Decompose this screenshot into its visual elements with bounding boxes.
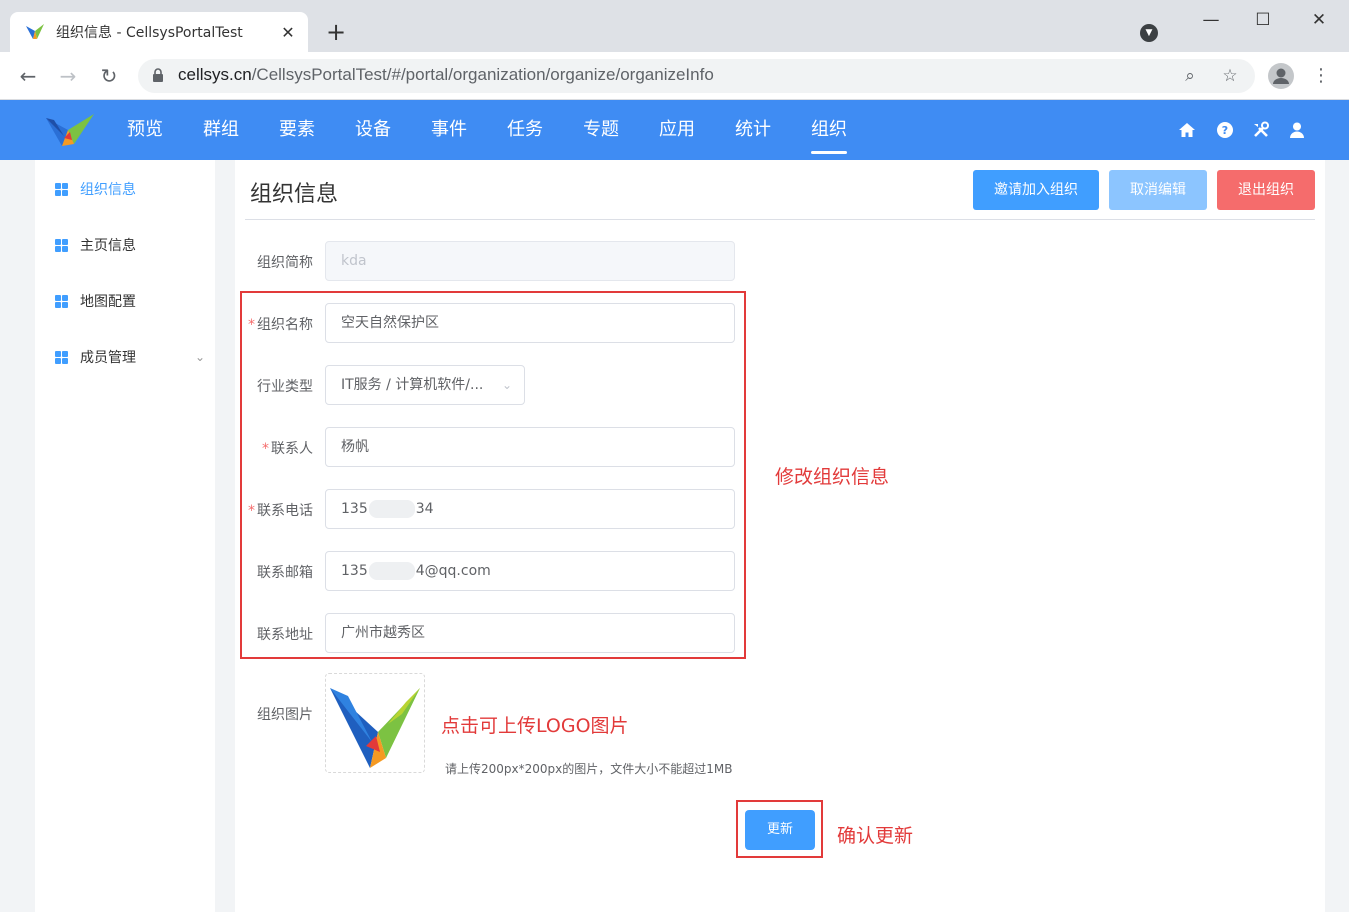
- menu-item-apps[interactable]: 应用: [639, 100, 715, 160]
- address-bar[interactable]: cellsys.cn/CellsysPortalTest/#/portal/or…: [138, 59, 1255, 93]
- home-icon[interactable]: [1178, 121, 1196, 139]
- user-icon[interactable]: [1288, 121, 1306, 139]
- org-logo-image: [330, 688, 420, 768]
- annotation-edit-info: 修改组织信息: [775, 466, 890, 488]
- new-tab-button[interactable]: +: [326, 18, 346, 46]
- bookmark-star-icon[interactable]: ☆: [1219, 65, 1241, 87]
- sidebar-item-map-config[interactable]: 地图配置: [55, 289, 205, 313]
- browser-tab[interactable]: 组织信息 - CellsysPortalTest ✕: [10, 12, 308, 52]
- back-arrow-icon[interactable]: ←: [16, 64, 40, 88]
- annotation-box-update: [736, 800, 823, 858]
- exit-org-button[interactable]: 退出组织: [1217, 170, 1315, 210]
- app-logo[interactable]: [44, 110, 96, 150]
- reload-icon[interactable]: ↻: [97, 64, 121, 88]
- browser-tab-strip: 组织信息 - CellsysPortalTest ✕ + ▼ — ☐ ✕: [0, 0, 1349, 52]
- page-title: 组织信息: [250, 182, 339, 207]
- forward-arrow-icon[interactable]: →: [56, 64, 80, 88]
- chevron-down-icon: ⌄: [194, 350, 205, 364]
- tab-title: 组织信息 - CellsysPortalTest: [56, 25, 243, 41]
- menu-item-preview[interactable]: 预览: [107, 100, 183, 160]
- sidebar-item-org-info[interactable]: 组织信息: [55, 177, 205, 201]
- profile-avatar-icon[interactable]: [1268, 63, 1294, 89]
- menu-item-devices[interactable]: 设备: [335, 100, 411, 160]
- org-image-label: 组织图片: [257, 707, 313, 723]
- short-name-field: kda: [325, 241, 735, 281]
- help-icon[interactable]: ?: [1216, 121, 1234, 139]
- lock-icon: [153, 68, 163, 82]
- menu-item-elements[interactable]: 要素: [259, 100, 335, 160]
- upload-tip: 请上传200px*200px的图片，文件大小不能超过1MB: [445, 762, 733, 776]
- site-favicon-icon: [26, 24, 44, 39]
- short-name-label: 组织简称: [257, 255, 313, 271]
- menu-item-events[interactable]: 事件: [411, 100, 487, 160]
- maximize-button[interactable]: ☐: [1248, 8, 1278, 32]
- close-window-button[interactable]: ✕: [1304, 8, 1334, 32]
- annotation-box-form: [240, 291, 746, 659]
- tools-icon[interactable]: [1252, 121, 1270, 139]
- sidebar-item-label: 地图配置: [80, 294, 136, 310]
- chrome-profile-menu-icon[interactable]: ▼: [1140, 24, 1158, 42]
- sidebar-item-label: 成员管理: [80, 350, 136, 366]
- sidebar-item-label: 组织信息: [80, 182, 136, 198]
- sidebar-item-homepage-info[interactable]: 主页信息: [55, 233, 205, 257]
- url-text[interactable]: cellsys.cn/CellsysPortalTest/#/portal/or…: [178, 65, 714, 85]
- menu-item-organization[interactable]: 组织: [791, 100, 867, 160]
- annotation-upload-logo: 点击可上传LOGO图片: [441, 715, 629, 737]
- tab-close-icon[interactable]: ✕: [274, 23, 302, 42]
- sidebar: 组织信息 主页信息 地图配置 成员管理 ⌄: [35, 160, 215, 912]
- menu-item-tasks[interactable]: 任务: [487, 100, 563, 160]
- sidebar-item-members[interactable]: 成员管理 ⌄: [55, 345, 205, 369]
- svg-text:?: ?: [1222, 124, 1228, 137]
- url-path: /CellsysPortalTest/#/portal/organization…: [251, 65, 714, 84]
- grid-icon: [55, 182, 68, 196]
- annotation-confirm-update: 确认更新: [837, 825, 914, 847]
- url-host: cellsys.cn: [178, 65, 252, 84]
- menu-item-topics[interactable]: 专题: [563, 100, 639, 160]
- grid-icon: [55, 294, 68, 308]
- browser-menu-icon[interactable]: ⋮: [1312, 64, 1330, 88]
- main-menu: 预览 群组 要素 设备 事件 任务 专题 应用 统计 组织: [107, 100, 867, 160]
- grid-icon: [55, 350, 68, 364]
- menu-item-statistics[interactable]: 统计: [715, 100, 791, 160]
- logo-upload[interactable]: [325, 673, 425, 773]
- sidebar-item-label: 主页信息: [80, 238, 136, 254]
- app-header: 预览 群组 要素 设备 事件 任务 专题 应用 统计 组织 ?: [0, 100, 1349, 160]
- zoom-icon[interactable]: ⌕: [1179, 65, 1201, 87]
- divider: [245, 219, 1315, 220]
- menu-item-groups[interactable]: 群组: [183, 100, 259, 160]
- minimize-button[interactable]: —: [1196, 8, 1226, 32]
- browser-toolbar: ← → ↻ cellsys.cn/CellsysPortalTest/#/por…: [0, 52, 1349, 100]
- grid-icon: [55, 238, 68, 252]
- cancel-edit-button[interactable]: 取消编辑: [1109, 170, 1207, 210]
- invite-to-org-button[interactable]: 邀请加入组织: [973, 170, 1099, 210]
